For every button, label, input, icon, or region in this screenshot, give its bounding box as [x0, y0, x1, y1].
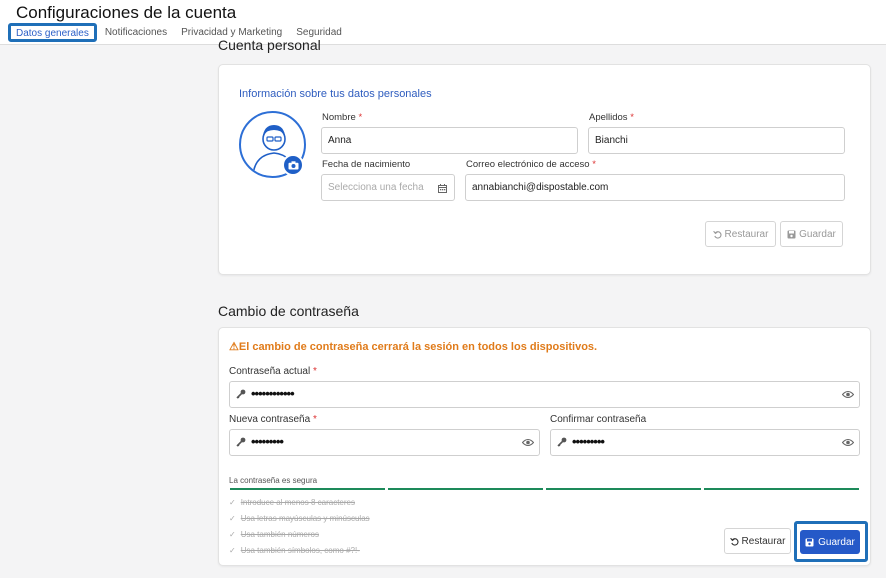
- personal-restore-button[interactable]: Restaurar: [705, 221, 776, 247]
- personal-data-card: Información sobre tus datos personales N…: [218, 64, 871, 275]
- fecha-field[interactable]: Selecciona una fecha: [321, 174, 455, 201]
- eye-icon[interactable]: [522, 438, 534, 447]
- personal-section-heading: Cuenta personal: [218, 37, 321, 53]
- check-icon: ✓: [229, 546, 236, 555]
- calendar-icon[interactable]: [438, 184, 447, 193]
- requirement-item: ✓ Usa también números: [229, 530, 319, 539]
- password-section-heading: Cambio de contraseña: [218, 303, 359, 319]
- current-password-field[interactable]: ••••••••••••: [229, 381, 860, 408]
- apellidos-label: Apellidos *: [589, 112, 634, 123]
- current-password-value: ••••••••••••: [251, 386, 295, 401]
- check-icon: ✓: [229, 498, 236, 507]
- undo-icon: [729, 537, 739, 546]
- eye-icon[interactable]: [842, 390, 854, 399]
- requirement-item: ✓ Usa letras mayúsculas y minúsculas: [229, 514, 370, 523]
- personal-save-label: Guardar: [799, 228, 836, 240]
- top-bar: Configuraciones de la cuenta Datos gener…: [0, 0, 886, 45]
- personal-restore-label: Restaurar: [724, 228, 769, 240]
- requirement-item: ✓ Introduce al menos 8 caracteres: [229, 498, 355, 507]
- strength-segment-2: [388, 488, 543, 490]
- save-button-highlight: [794, 521, 868, 562]
- check-icon: ✓: [229, 530, 236, 539]
- strength-segment-4: [704, 488, 859, 490]
- password-warning-text: El cambio de contraseña cerrará la sesió…: [238, 341, 598, 353]
- password-card: ⚠El cambio de contraseña cerrará la sesi…: [218, 327, 871, 566]
- tab-datos-generales[interactable]: Datos generales: [8, 23, 97, 42]
- tab-notificaciones[interactable]: Notificaciones: [99, 23, 173, 42]
- new-password-value: •••••••••: [251, 434, 284, 449]
- password-restore-label: Restaurar: [741, 535, 786, 547]
- fecha-label: Fecha de nacimiento: [322, 159, 411, 170]
- apellidos-field[interactable]: Bianchi: [588, 127, 845, 154]
- confirm-password-label: Confirmar contraseña: [550, 414, 647, 425]
- warning-icon: ⚠: [229, 341, 239, 353]
- strength-text: La contraseña es segura: [229, 476, 318, 485]
- correo-label: Correo electrónico de acceso *: [466, 159, 596, 170]
- password-restore-button[interactable]: Restaurar: [724, 528, 791, 554]
- camera-icon[interactable]: [282, 154, 304, 176]
- new-password-label: Nueva contraseña *: [229, 414, 317, 425]
- nombre-label: Nombre *: [322, 112, 363, 123]
- confirm-password-field[interactable]: •••••••••: [550, 429, 860, 456]
- confirm-password-value: •••••••••: [572, 434, 605, 449]
- new-password-field[interactable]: •••••••••: [229, 429, 540, 456]
- save-icon: [787, 230, 796, 238]
- info-title: Información sobre tus datos personales: [239, 88, 432, 100]
- password-warning: ⚠El cambio de contraseña cerrará la sesi…: [229, 340, 597, 353]
- strength-segment-3: [546, 488, 701, 490]
- correo-field[interactable]: annabianchi@dispostable.com: [465, 174, 845, 201]
- undo-icon: [712, 230, 722, 239]
- requirement-item: ✓ Usa también símbolos, como #?!-: [229, 546, 360, 555]
- key-icon: [557, 437, 567, 447]
- eye-icon[interactable]: [842, 438, 854, 447]
- key-icon: [236, 437, 246, 447]
- current-password-label: Contraseña actual *: [229, 366, 317, 377]
- check-icon: ✓: [229, 514, 236, 523]
- strength-segment-1: [230, 488, 385, 490]
- fecha-placeholder: Selecciona una fecha: [328, 182, 424, 193]
- page-title: Configuraciones de la cuenta: [16, 3, 237, 22]
- nombre-field[interactable]: Anna: [321, 127, 578, 154]
- key-icon: [236, 389, 246, 399]
- personal-save-button[interactable]: Guardar: [780, 221, 843, 247]
